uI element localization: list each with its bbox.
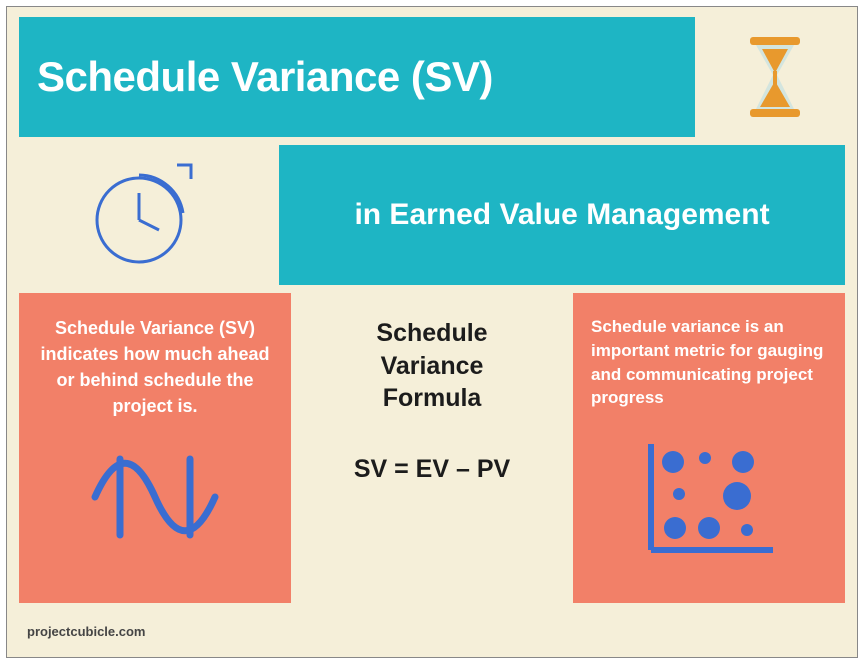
importance-tile: Schedule variance is an important metric… [573, 293, 845, 603]
definition-text: Schedule Variance (SV) indicates how muc… [37, 315, 273, 419]
credit-text: projectcubicle.com [19, 624, 145, 639]
content-row: Schedule Variance (SV) indicates how muc… [19, 293, 845, 603]
hourglass-tile [705, 17, 845, 137]
header-row: Schedule Variance (SV) [19, 17, 845, 137]
clock-tile [19, 145, 269, 285]
formula-heading-line3: Formula [383, 384, 482, 412]
subtitle-text: in Earned Value Management [354, 198, 769, 232]
clock-arrow-icon [79, 155, 209, 275]
formula-heading: Schedule Variance Formula [376, 317, 487, 415]
scatter-plot-icon [639, 438, 779, 558]
formula-tile: Schedule Variance Formula SV = EV – PV [301, 293, 563, 603]
wave-icon [90, 447, 220, 547]
definition-tile: Schedule Variance (SV) indicates how muc… [19, 293, 291, 603]
formula-heading-line1: Schedule [376, 319, 487, 347]
title-tile: Schedule Variance (SV) [19, 17, 695, 137]
footer-row: projectcubicle.com [19, 611, 845, 651]
subtitle-row: in Earned Value Management [19, 145, 845, 285]
page-title: Schedule Variance (SV) [37, 53, 493, 101]
infographic-frame: Schedule Variance (SV) in Earn [6, 6, 858, 658]
formula-equation: SV = EV – PV [354, 455, 510, 484]
subtitle-tile: in Earned Value Management [279, 145, 845, 285]
importance-text: Schedule variance is an important metric… [591, 315, 827, 410]
hourglass-icon [744, 37, 806, 117]
formula-heading-line2: Variance [381, 352, 484, 380]
